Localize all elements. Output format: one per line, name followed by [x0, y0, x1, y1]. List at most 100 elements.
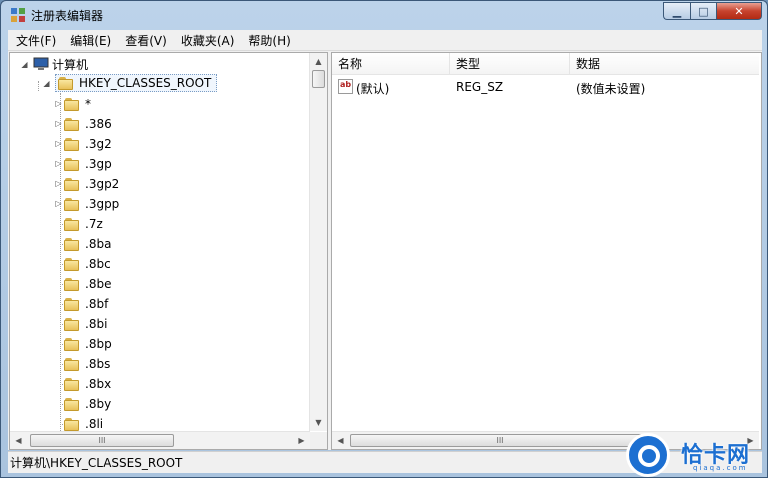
expand-arrow-icon[interactable]: ▷ — [54, 179, 63, 188]
expand-arrow-icon[interactable]: ▷ — [54, 119, 63, 128]
folder-icon — [64, 97, 80, 111]
tree-hscroll-thumb[interactable]: III — [30, 434, 174, 447]
status-path: 计算机\HKEY_CLASSES_ROOT — [10, 456, 183, 470]
menu-help[interactable]: 帮助(H) — [242, 32, 296, 49]
tree-label-key: .8bf — [85, 297, 109, 311]
menu-favorites[interactable]: 收藏夹(A) — [175, 32, 241, 49]
computer-icon — [33, 57, 49, 70]
folder-icon — [64, 397, 80, 411]
tree-label-key: .8bc — [85, 257, 111, 271]
menu-edit[interactable]: 编辑(E) — [64, 32, 117, 49]
tree-label-key: .8bx — [85, 377, 112, 391]
tree-label-key: .8by — [85, 397, 112, 411]
scroll-corner — [310, 432, 327, 449]
watermark-domain: qiaqa.com — [693, 464, 748, 472]
tree-label-key: .3gp — [85, 157, 112, 171]
tree-node-key[interactable]: ▷ .3g2 — [55, 135, 115, 153]
tree-node-key[interactable]: .8bp — [60, 335, 115, 353]
tree-node-computer[interactable]: ◢ 计算机 — [20, 55, 91, 73]
folder-icon — [64, 317, 80, 331]
tree-node-key[interactable]: ▷ .3gp — [55, 155, 115, 173]
tree-node-key[interactable]: .8by — [60, 395, 114, 413]
tree-label-key: .8bi — [85, 317, 108, 331]
value-type: REG_SZ — [456, 80, 504, 94]
value-name: (默认) — [356, 82, 390, 96]
title-bar[interactable]: 注册表编辑器 ▁ □ ✕ — [1, 1, 767, 29]
scroll-up-arrow-icon[interactable]: ▲ — [310, 53, 327, 70]
close-button[interactable]: ✕ — [716, 2, 762, 20]
menu-view[interactable]: 查看(V) — [119, 32, 173, 49]
tree-node-key[interactable]: ▷ .386 — [55, 115, 115, 133]
key-tree-pane[interactable]: ◢ 计算机 ◢ HKEY_CLASSES_ROOT ▷ * ▷ .386 ▷ .3g2 ▷.… — [9, 52, 328, 450]
collapse-arrow-icon[interactable]: ◢ — [42, 79, 51, 88]
tree-node-key[interactable]: ▷ .3gp2 — [55, 175, 122, 193]
folder-icon — [64, 177, 80, 191]
tree-label-key: .8bp — [85, 337, 112, 351]
selected-key[interactable]: HKEY_CLASSES_ROOT — [55, 74, 218, 92]
tree-node-key[interactable]: .8bx — [60, 375, 114, 393]
tree-label-key: .3gpp — [85, 197, 120, 211]
tree-node-key[interactable]: ▷ * — [55, 95, 94, 113]
tree-label-hkcr: HKEY_CLASSES_ROOT — [79, 76, 212, 90]
tree-vertical-scrollbar[interactable]: ▲ ▼ — [309, 53, 327, 431]
ab-string-icon: ab — [338, 79, 353, 94]
tree-label-computer: 计算机 — [52, 57, 89, 72]
close-icon: ✕ — [734, 4, 744, 18]
scroll-left-arrow-icon[interactable]: ◀ — [332, 432, 349, 449]
scroll-right-arrow-icon[interactable]: ▶ — [293, 432, 310, 449]
folder-icon — [64, 137, 80, 151]
tree-label-key: .8ba — [85, 237, 112, 251]
watermark-logo: 恰卡网 qiaqa.com — [611, 429, 767, 477]
tree-node-key[interactable]: .7z — [60, 215, 106, 233]
maximize-icon: □ — [698, 4, 709, 18]
menu-bar: 文件(F) 编辑(E) 查看(V) 收藏夹(A) 帮助(H) — [8, 30, 762, 51]
regedit-window: 注册表编辑器 ▁ □ ✕ 文件(F) 编辑(E) 查看(V) 收藏夹(A) 帮助… — [0, 0, 768, 478]
value-row[interactable]: ab (默认) REG_SZ (数值未设置) — [332, 77, 759, 97]
tree-horizontal-scrollbar[interactable]: ◀ III ▶ — [10, 431, 310, 449]
folder-icon — [64, 157, 80, 171]
maximize-button[interactable]: □ — [690, 2, 716, 20]
tree-node-key[interactable]: .8bf — [60, 295, 111, 313]
tree-label-key: .3gp2 — [85, 177, 120, 191]
tree-node-key[interactable]: .8bi — [60, 315, 110, 333]
content-area: ◢ 计算机 ◢ HKEY_CLASSES_ROOT ▷ * ▷ .386 ▷ .3g2 ▷.… — [8, 51, 762, 450]
tree-node-key[interactable]: ▷ .3gpp — [55, 195, 122, 213]
expand-arrow-icon[interactable]: ▷ — [54, 199, 63, 208]
folder-icon — [64, 417, 80, 431]
folder-icon — [64, 237, 80, 251]
folder-icon — [64, 277, 80, 291]
tree-label-key: .3g2 — [85, 137, 112, 151]
column-header-name[interactable]: 名称 — [332, 53, 450, 75]
minimize-button[interactable]: ▁ — [663, 2, 690, 20]
folder-icon — [64, 197, 80, 211]
collapse-arrow-icon[interactable]: ◢ — [20, 60, 29, 69]
watermark-logo-icon — [626, 433, 670, 477]
values-list-pane[interactable]: 名称 类型 数据 ab (默认) REG_SZ (数值未设置) ◀ III ▶ — [331, 52, 762, 450]
menu-file[interactable]: 文件(F) — [10, 32, 62, 49]
tree-node-key[interactable]: .8bs — [60, 355, 113, 373]
column-header-data[interactable]: 数据 — [570, 53, 759, 75]
tree-label-key: .8bs — [85, 357, 111, 371]
scroll-left-arrow-icon[interactable]: ◀ — [10, 432, 27, 449]
tree-label-key: .7z — [85, 217, 103, 231]
column-header-type[interactable]: 类型 — [450, 53, 570, 75]
tree-label-key: .386 — [85, 117, 112, 131]
tree-node-hkcr[interactable]: ◢ HKEY_CLASSES_ROOT — [42, 74, 218, 92]
thumb-grip: III — [98, 436, 106, 445]
folder-open-icon — [58, 76, 74, 90]
expand-arrow-icon[interactable]: ▷ — [54, 99, 63, 108]
folder-icon — [64, 297, 80, 311]
tree-label-key: .8be — [85, 277, 112, 291]
scroll-down-arrow-icon[interactable]: ▼ — [310, 414, 327, 431]
tree-line — [38, 81, 39, 91]
folder-icon — [64, 257, 80, 271]
expand-arrow-icon[interactable]: ▷ — [54, 159, 63, 168]
values-hscroll-thumb[interactable]: III — [350, 434, 650, 447]
expand-arrow-icon[interactable]: ▷ — [54, 139, 63, 148]
tree-node-key[interactable]: .8bc — [60, 255, 114, 273]
tree-vscroll-thumb[interactable] — [312, 70, 325, 88]
tree-node-key[interactable]: .8ba — [60, 235, 114, 253]
tree-node-key[interactable]: .8be — [60, 275, 114, 293]
folder-icon — [64, 357, 80, 371]
thumb-grip: III — [496, 436, 504, 445]
